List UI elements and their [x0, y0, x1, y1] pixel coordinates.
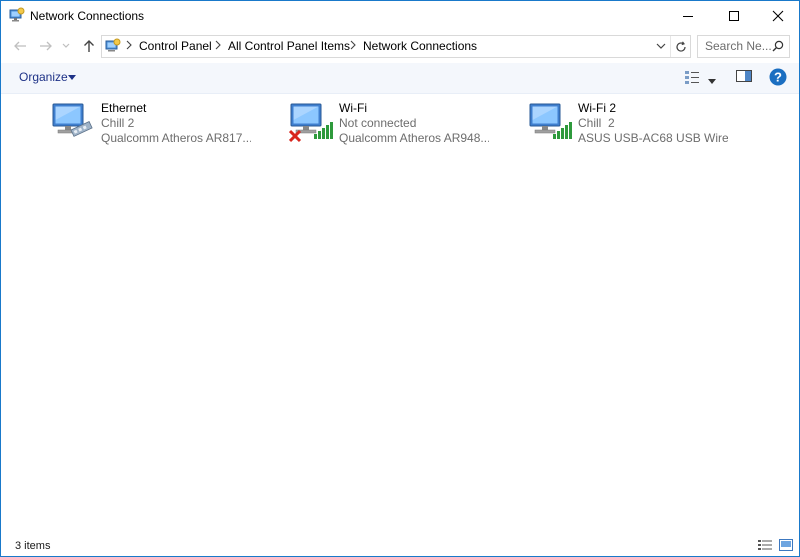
- chevron-right-icon[interactable]: [350, 40, 356, 50]
- forward-arrow-icon: [40, 41, 52, 51]
- breadcrumb-network-connections[interactable]: Network Connections: [363, 39, 477, 53]
- connection-status: Chill 2: [578, 116, 615, 130]
- maximize-icon: [728, 11, 739, 21]
- breadcrumb-all-control-panel-items[interactable]: All Control Panel Items: [228, 39, 350, 53]
- search-icon[interactable]: [772, 40, 784, 52]
- connection-wifi-2[interactable]: Wi-Fi 2 Chill 2 ASUS USB-AC68 USB Wirel.…: [528, 100, 748, 152]
- caret-down-icon: [68, 75, 76, 80]
- chevron-right-icon[interactable]: [215, 40, 221, 50]
- search-box[interactable]: Search Ne...: [697, 35, 790, 58]
- maximize-button[interactable]: [711, 1, 756, 31]
- up-button[interactable]: [79, 37, 99, 55]
- svg-text:?: ?: [774, 70, 782, 85]
- preview-pane-button[interactable]: [736, 69, 752, 86]
- connection-status: Chill 2: [101, 116, 135, 130]
- up-arrow-icon: [84, 40, 94, 52]
- address-bar[interactable]: Control Panel All Control Panel Items Ne…: [101, 35, 691, 58]
- connection-wifi[interactable]: Wi-Fi Not connected Qualcomm Atheros AR9…: [288, 100, 509, 152]
- large-icons-view-button[interactable]: [779, 539, 793, 554]
- connection-adapter: Qualcomm Atheros AR817...: [101, 131, 251, 145]
- change-view-button[interactable]: [684, 69, 700, 88]
- connection-adapter: Qualcomm Atheros AR948...: [339, 131, 489, 145]
- refresh-icon: [676, 40, 686, 52]
- details-view-icon: [685, 71, 699, 84]
- chevron-right-icon: [126, 40, 132, 50]
- command-bar: Organize ?: [1, 63, 799, 94]
- status-bar: 3 items: [1, 535, 799, 556]
- recent-locations-button[interactable]: [59, 37, 73, 55]
- connection-name: Wi-Fi: [339, 101, 367, 115]
- wifi-adapter-disconnected-icon: [288, 100, 333, 144]
- error-x-icon: [288, 129, 302, 143]
- help-button[interactable]: ?: [769, 68, 787, 89]
- item-count: 3 items: [15, 540, 51, 552]
- connection-name: Ethernet: [101, 101, 147, 115]
- more-views-dropdown[interactable]: [708, 73, 716, 87]
- refresh-button[interactable]: [670, 36, 691, 57]
- connections-view: Ethernet Chill 2 Qualcomm Atheros AR817.…: [1, 94, 799, 534]
- control-panel-icon: [105, 38, 121, 54]
- window-title: Network Connections: [30, 9, 145, 23]
- details-view-button[interactable]: [758, 539, 772, 554]
- ethernet-adapter-icon: [51, 100, 95, 144]
- details-view-icon: [758, 540, 772, 550]
- close-button[interactable]: [755, 1, 800, 31]
- address-history-dropdown[interactable]: [654, 39, 668, 53]
- search-placeholder: Search Ne...: [705, 39, 772, 53]
- wifi-adapter-icon: [528, 100, 572, 144]
- network-connections-app-icon: [9, 7, 25, 23]
- forward-button[interactable]: [36, 37, 56, 55]
- back-button[interactable]: [10, 37, 30, 55]
- connection-name: Wi-Fi 2: [578, 101, 616, 115]
- chevron-down-icon: [62, 43, 70, 48]
- chevron-down-icon: [656, 43, 666, 49]
- close-icon: [772, 10, 783, 22]
- breadcrumb-control-panel[interactable]: Control Panel: [139, 39, 212, 53]
- large-icons-view-icon: [779, 539, 793, 551]
- title-bar[interactable]: Network Connections: [1, 1, 799, 31]
- help-icon: ?: [769, 68, 787, 86]
- connection-ethernet[interactable]: Ethernet Chill 2 Qualcomm Atheros AR817.…: [51, 100, 271, 152]
- minimize-icon: [682, 16, 693, 17]
- explorer-window: Network Connections Control Panel All Co…: [0, 0, 800, 557]
- back-arrow-icon: [14, 41, 26, 51]
- preview-pane-icon: [736, 70, 752, 82]
- connection-status: Not connected: [339, 116, 417, 130]
- minimize-button[interactable]: [665, 1, 710, 31]
- organize-menu[interactable]: Organize: [19, 70, 68, 84]
- connection-adapter: ASUS USB-AC68 USB Wirel...: [578, 131, 728, 145]
- caret-down-icon: [708, 79, 716, 84]
